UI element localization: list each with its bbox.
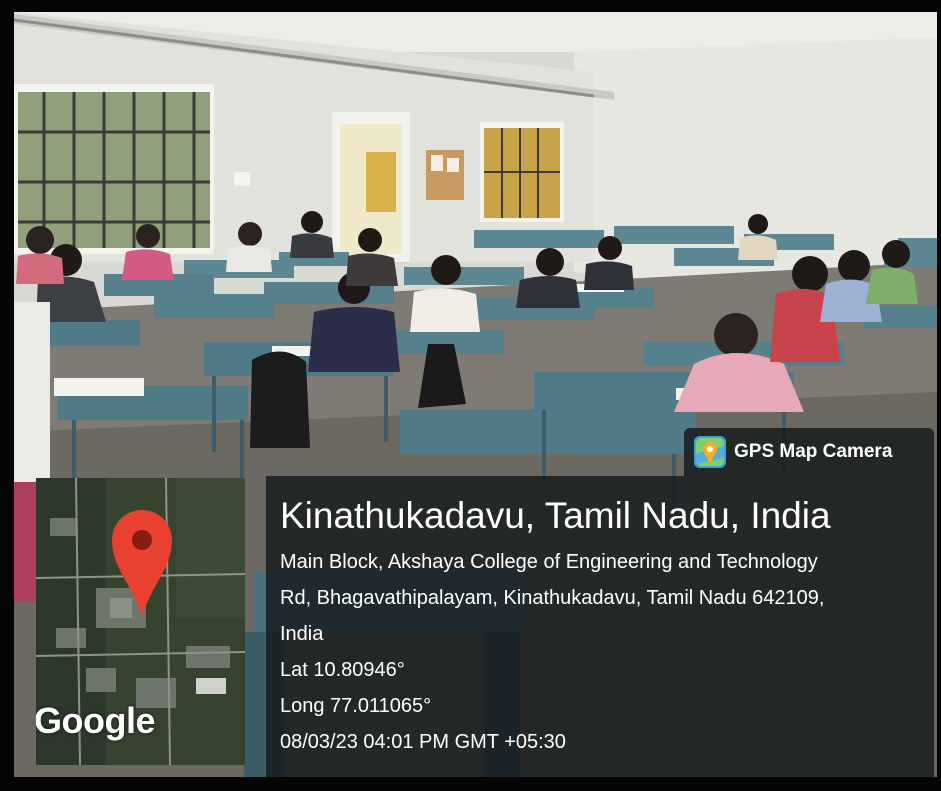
location-info-panel: Kinathukadavu, Tamil Nadu, India Main Bl… xyxy=(266,476,934,777)
google-logo: Google xyxy=(36,700,156,741)
screenshot-frame: GPS Map Camera Kinathukadavu, Tamil Nadu… xyxy=(0,0,941,791)
gps-app-label: GPS Map Camera xyxy=(734,441,893,462)
address-line-3: India xyxy=(280,623,324,645)
longitude-readout: Long 77.011065° xyxy=(280,695,432,717)
map-pin-icon xyxy=(112,510,172,616)
gps-app-tag: GPS Map Camera xyxy=(684,428,934,476)
latitude-readout: Lat 10.80946° xyxy=(280,659,405,681)
gps-map-camera-icon xyxy=(694,436,726,468)
satellite-map-thumbnail: Google xyxy=(36,478,245,765)
timestamp-readout: 08/03/23 04:01 PM GMT +05:30 xyxy=(280,731,566,753)
address-line-2: Rd, Bhagavathipalayam, Kinathukadavu, Ta… xyxy=(280,587,825,609)
classroom-photo: GPS Map Camera Kinathukadavu, Tamil Nadu… xyxy=(14,12,937,777)
address-line-1: Main Block, Akshaya College of Engineeri… xyxy=(280,551,818,573)
location-title: Kinathukadavu, Tamil Nadu, India xyxy=(280,495,831,536)
